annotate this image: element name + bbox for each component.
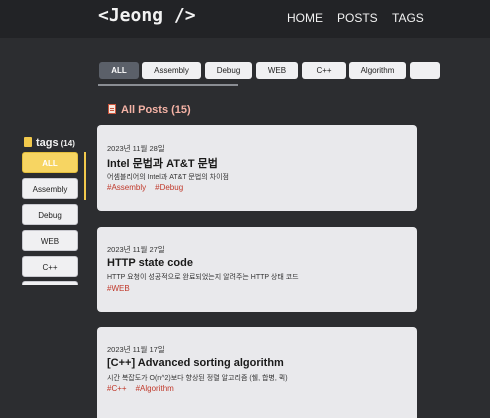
filter-chip-all[interactable]: ALL (99, 62, 139, 79)
post-description: 시간 복잡도가 O(n^2)보다 향상된 정렬 알고리즘 (쉘, 합병, 퀵) (107, 375, 288, 382)
post-card[interactable]: 2023년 11월 28일 Intel 문법과 AT&T 문법 어셈블리어의 I… (97, 125, 417, 211)
post-description: 어셈블리어의 Intel과 AT&T 문법의 차이점 (107, 174, 229, 181)
post-tag-link[interactable]: #Debug (155, 183, 183, 192)
sidebar-item-debug[interactable]: Debug (22, 204, 78, 225)
filter-chip-assembly[interactable]: Assembly (142, 62, 201, 79)
tag-filter-bar: ALL Assembly Debug WEB C++ Algorithm (98, 61, 490, 81)
tag-icon (24, 137, 32, 147)
sidebar-item-partial[interactable] (22, 281, 78, 285)
all-posts-count: (15) (171, 104, 191, 116)
post-card[interactable]: 2023년 11월 27일 HTTP state code HTTP 요청이 성… (97, 227, 417, 312)
post-card[interactable]: 2023년 11월 17일 [C++] Advanced sorting alg… (97, 327, 417, 418)
post-date: 2023년 11월 28일 (107, 144, 165, 153)
document-icon (108, 104, 116, 114)
post-date: 2023년 11월 27일 (107, 245, 165, 254)
filter-chip-algorithm[interactable]: Algorithm (349, 62, 406, 79)
post-tag-link[interactable]: #Algorithm (136, 384, 174, 393)
post-tags: #Assembly #Debug (107, 183, 192, 192)
sidebar-title-label: tags (36, 137, 59, 149)
post-tag-link[interactable]: #WEB (107, 284, 130, 293)
sidebar-tag-count: (14) (60, 139, 75, 148)
sidebar-item-web[interactable]: WEB (22, 230, 78, 251)
all-posts-label: All Posts (121, 104, 169, 116)
nav-home[interactable]: HOME (287, 11, 323, 25)
top-header: <Jeong /> HOME POSTS TAGS (0, 0, 490, 38)
post-tag-link[interactable]: #Assembly (107, 183, 146, 192)
post-tags: #C++ #Algorithm (107, 384, 183, 393)
post-date: 2023년 11월 17일 (107, 345, 165, 354)
post-description: HTTP 요청이 성공적으로 완료되었는지 알려주는 HTTP 상태 코드 (107, 274, 299, 281)
sidebar-item-cpp[interactable]: C++ (22, 256, 78, 277)
post-title[interactable]: Intel 문법과 AT&T 문법 (107, 155, 218, 171)
post-title[interactable]: [C++] Advanced sorting algorithm (107, 357, 284, 369)
sidebar-title: tags (14) (24, 137, 75, 149)
sidebar-active-indicator (84, 152, 86, 200)
post-tags: #WEB (107, 284, 139, 293)
sidebar-item-assembly[interactable]: Assembly (22, 178, 78, 199)
filter-scroll-indicator (98, 84, 238, 86)
nav-tags[interactable]: TAGS (392, 11, 424, 25)
filter-chip-debug[interactable]: Debug (205, 62, 252, 79)
filter-chip-partial[interactable] (410, 62, 440, 79)
nav-posts[interactable]: POSTS (337, 11, 378, 25)
site-logo[interactable]: <Jeong /> (98, 5, 196, 26)
sidebar-item-all[interactable]: ALL (22, 152, 78, 173)
filter-chip-web[interactable]: WEB (256, 62, 298, 79)
post-title[interactable]: HTTP state code (107, 257, 193, 269)
post-tag-link[interactable]: #C++ (107, 384, 127, 393)
all-posts-heading: All Posts (15) (108, 104, 191, 116)
filter-chip-cpp[interactable]: C++ (302, 62, 346, 79)
